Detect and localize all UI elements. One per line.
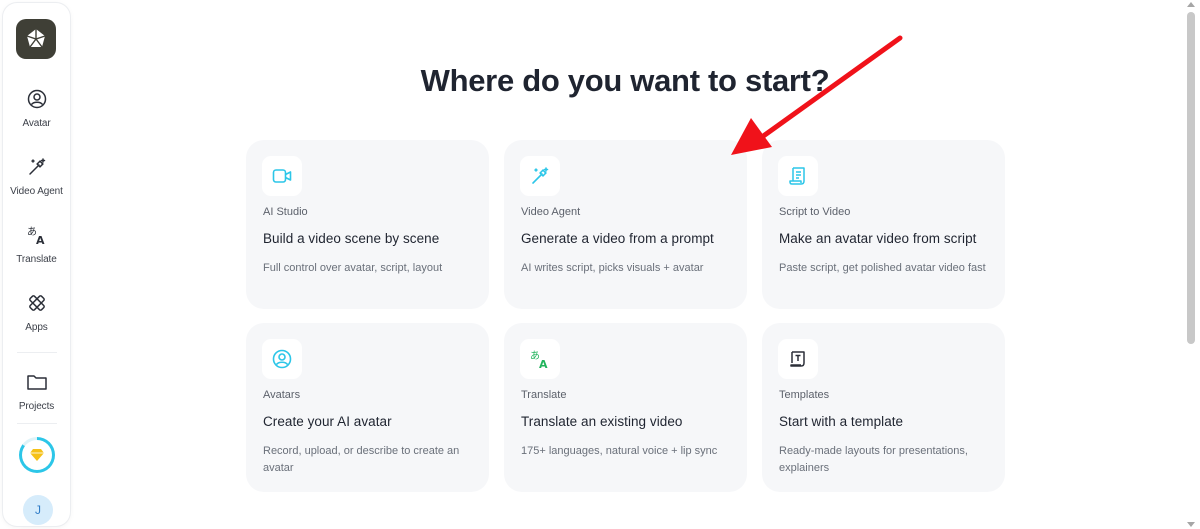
card-ai-studio[interactable]: AI Studio Build a video scene by scene F… — [246, 140, 489, 309]
scroll-down-icon[interactable] — [1187, 522, 1195, 527]
script-icon — [778, 156, 818, 196]
sidebar-item-label: Video Agent — [10, 186, 63, 197]
card-title: Start with a template — [779, 414, 904, 429]
card-title: Build a video scene by scene — [263, 231, 440, 246]
sidebar-item-label: Translate — [16, 254, 57, 265]
video-camera-icon — [262, 156, 302, 196]
card-description: Record, upload, or describe to create an… — [263, 445, 460, 474]
scrollbar-thumb[interactable] — [1187, 12, 1195, 344]
magic-wand-icon — [26, 156, 48, 178]
user-avatar[interactable]: J — [23, 495, 53, 525]
sidebar-item-translate[interactable]: あ A Translate — [3, 224, 70, 265]
card-script-to-video[interactable]: Script to Video Make an avatar video fro… — [762, 140, 1005, 309]
svg-text:A: A — [36, 234, 45, 246]
logo-icon — [26, 29, 46, 48]
avatar-icon — [262, 339, 302, 379]
scroll-up-icon[interactable] — [1187, 2, 1195, 7]
sidebar-item-label: Apps — [25, 322, 48, 333]
translate-icon: あ A — [26, 224, 48, 246]
template-icon — [778, 339, 818, 379]
folder-icon — [26, 371, 48, 393]
card-title: Translate an existing video — [521, 414, 683, 429]
card-description: Full control over avatar, script, layout — [263, 262, 443, 274]
sidebar-item-apps[interactable]: Apps — [3, 292, 70, 333]
svg-text:A: A — [539, 358, 548, 370]
sidebar-item-video-agent[interactable]: Video Agent — [3, 156, 70, 197]
card-description: Paste script, get polished avatar video … — [779, 262, 986, 274]
card-templates[interactable]: Templates Start with a template Ready-ma… — [762, 323, 1005, 492]
card-description: 175+ languages, natural voice + lip sync — [521, 445, 718, 457]
translate-icon: あ A — [520, 339, 560, 379]
card-kicker: Avatars — [263, 389, 301, 401]
magic-wand-icon — [520, 156, 560, 196]
card-translate[interactable]: あ A Translate Translate an existing vide… — [504, 323, 747, 492]
card-title: Create your AI avatar — [263, 414, 392, 429]
card-avatars[interactable]: Avatars Create your AI avatar Record, up… — [246, 323, 489, 492]
upgrade-button[interactable] — [19, 437, 55, 473]
card-kicker: Translate — [521, 389, 567, 401]
card-kicker: Templates — [779, 389, 830, 401]
sidebar-item-projects[interactable]: Projects — [3, 371, 70, 412]
card-title: Make an avatar video from script — [779, 231, 977, 246]
card-title: Generate a video from a prompt — [521, 231, 714, 246]
card-video-agent[interactable]: Video Agent Generate a video from a prom… — [504, 140, 747, 309]
page-title: Where do you want to start? — [420, 63, 830, 98]
card-description: AI writes script, picks visuals + avatar — [521, 262, 704, 274]
sidebar-item-label: Avatar — [22, 118, 51, 129]
diamond-icon — [30, 449, 44, 461]
scrollbar[interactable] — [1182, 0, 1200, 529]
sidebar-item-label: Projects — [18, 401, 55, 412]
card-description: Ready-made layouts for presentations, ex… — [779, 445, 968, 474]
card-kicker: AI Studio — [263, 206, 308, 218]
sidebar-divider — [17, 352, 57, 353]
card-kicker: Script to Video — [779, 206, 851, 218]
sidebar-divider — [17, 423, 57, 424]
apps-icon — [26, 292, 48, 314]
app-logo[interactable] — [16, 19, 56, 59]
card-kicker: Video Agent — [521, 206, 581, 218]
